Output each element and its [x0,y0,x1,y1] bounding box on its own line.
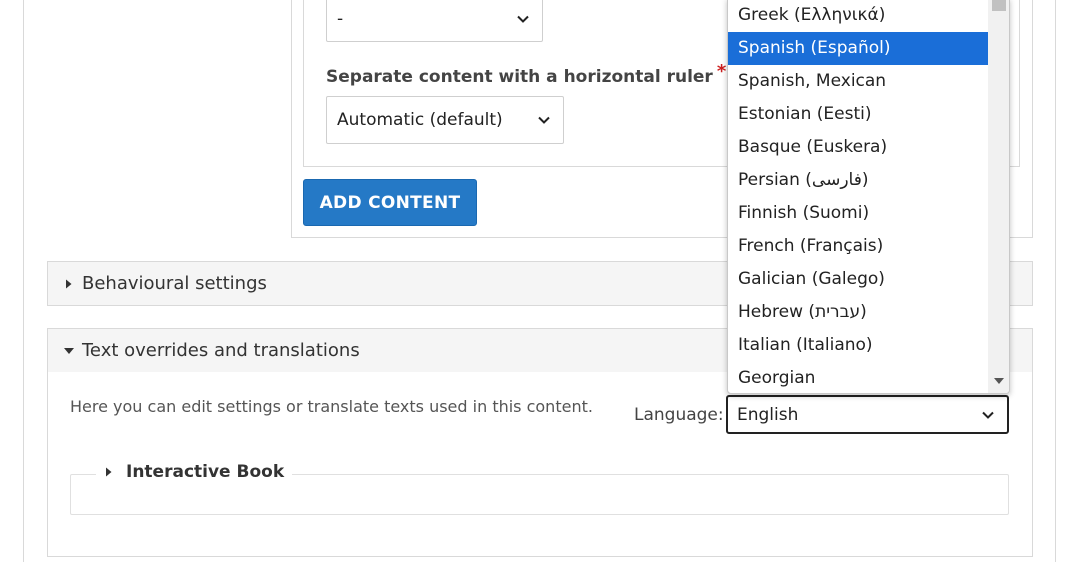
language-option[interactable]: Finnish (Suomi) [728,197,989,230]
language-option[interactable]: Greek (Ελληνικά) [728,0,989,32]
language-select-value: English [737,404,799,425]
language-option[interactable]: Hebrew (עברית) [728,296,989,329]
content-border-left [23,0,24,562]
scroll-down-arrow-icon[interactable] [994,377,1004,385]
interactive-book-label: Interactive Book [126,462,285,482]
text-overrides-label: Text overrides and translations [82,340,360,361]
language-label: Language: [634,405,724,425]
triangle-right-icon [106,467,112,477]
chevron-down-icon [538,116,550,124]
interactive-book-toggle[interactable]: Interactive Book [96,462,293,482]
add-content-button[interactable]: ADD CONTENT [303,179,477,226]
chevron-down-icon [982,411,994,419]
language-option[interactable]: Georgian [728,362,989,393]
language-option[interactable]: Spanish, Mexican [728,65,989,98]
page: - Separate content with a horizontal rul… [0,0,1080,562]
language-option[interactable]: Galician (Galego) [728,263,989,296]
triangle-down-icon [64,347,74,354]
language-option[interactable]: Persian (فارسی) [728,164,989,197]
overrides-help-text: Here you can edit settings or translate … [70,397,593,416]
language-option[interactable]: Basque (Euskera) [728,131,989,164]
horizontal-ruler-label: Separate content with a horizontal ruler… [326,61,727,87]
language-options: Greek (Ελληνικά) Spanish (Español) Spanish… [728,0,989,393]
language-dropdown-list[interactable]: Greek (Ελληνικά) Spanish (Español) Spanish… [727,0,1010,394]
triangle-right-icon [66,279,72,288]
chevron-down-icon [517,15,529,23]
language-option[interactable]: Spanish (Español) [728,32,989,65]
required-mark: * [716,61,727,82]
dropdown-scrollbar[interactable] [988,0,1009,393]
behavioural-settings-label: Behavioural settings [82,273,267,294]
language-select[interactable]: English [726,395,1009,434]
language-option[interactable]: French (Français) [728,230,989,263]
scrollbar-thumb[interactable] [992,0,1006,11]
content-border-right [1055,0,1056,562]
horizontal-ruler-select-value: Automatic (default) [337,110,503,130]
horizontal-ruler-select[interactable]: Automatic (default) [326,96,564,144]
content-type-select[interactable]: - [326,0,543,42]
content-type-select-value: - [337,9,344,29]
language-option[interactable]: Italian (Italiano) [728,329,989,362]
language-option[interactable]: Estonian (Eesti) [728,98,989,131]
